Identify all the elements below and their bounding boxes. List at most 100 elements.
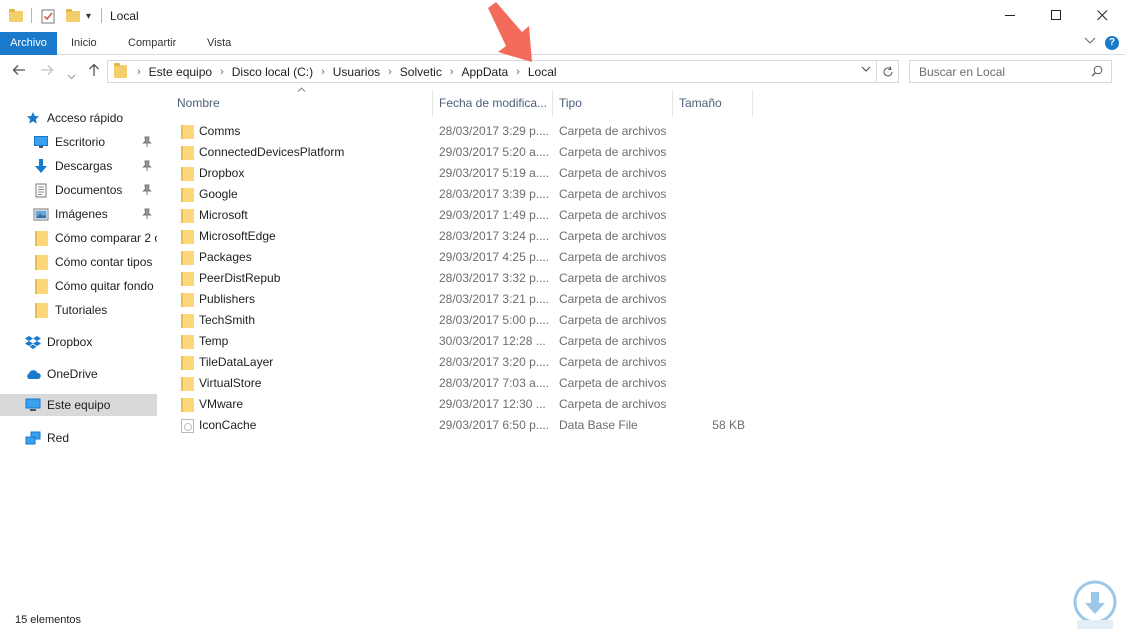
customize-toolbar-icon[interactable]: ▾ bbox=[86, 6, 91, 26]
column-header-type[interactable]: Tipo bbox=[553, 90, 673, 116]
column-label: Tipo bbox=[559, 96, 582, 110]
file-date: 28/03/2017 3:24 p.... bbox=[439, 229, 550, 243]
recent-locations-icon[interactable] bbox=[67, 67, 76, 83]
folder-icon bbox=[181, 356, 194, 370]
file-date: 28/03/2017 3:39 p.... bbox=[439, 187, 550, 201]
column-header-name[interactable]: Nombre bbox=[171, 90, 433, 116]
nav-documentos[interactable]: Documentos bbox=[33, 179, 155, 201]
nav-descargas[interactable]: Descargas bbox=[33, 155, 155, 177]
file-row[interactable]: Publishers 28/03/2017 3:21 p.... Carpeta d… bbox=[171, 289, 751, 310]
nav-escritorio[interactable]: Escritorio bbox=[33, 131, 155, 153]
address-history-dropdown[interactable] bbox=[859, 64, 873, 75]
breadcrumb-solvetic[interactable]: Solvetic bbox=[400, 65, 442, 79]
file-size bbox=[679, 184, 745, 205]
file-size bbox=[679, 268, 745, 289]
up-arrow-icon[interactable] bbox=[87, 63, 101, 80]
file-size bbox=[679, 142, 745, 163]
chevron-right-icon[interactable]: › bbox=[321, 66, 325, 78]
breadcrumb-este-equipo[interactable]: Este equipo bbox=[149, 65, 212, 79]
file-row[interactable]: VMware 29/03/2017 12:30 ... Carpeta de arc… bbox=[171, 394, 751, 415]
back-arrow-icon[interactable] bbox=[12, 63, 26, 80]
file-date: 28/03/2017 3:21 p.... bbox=[439, 292, 550, 306]
file-row[interactable]: IconCache 29/03/2017 6:50 p.... Data Base … bbox=[171, 415, 751, 436]
nav-dropbox[interactable]: Dropbox bbox=[25, 331, 155, 353]
search-box[interactable] bbox=[909, 60, 1112, 83]
nav-red[interactable]: Red bbox=[25, 427, 155, 449]
new-folder-icon[interactable] bbox=[66, 6, 80, 26]
file-row[interactable]: Google 28/03/2017 3:39 p.... Carpeta de ar… bbox=[171, 184, 751, 205]
file-name: ConnectedDevicesPlatform bbox=[199, 145, 345, 159]
nav-label: Cómo comparar 2 c bbox=[55, 231, 157, 245]
expand-ribbon-icon[interactable] bbox=[1084, 37, 1096, 45]
file-type: Carpeta de archivos bbox=[559, 208, 667, 222]
search-icon[interactable] bbox=[1091, 65, 1103, 77]
nav-quick-access[interactable]: Acceso rápido bbox=[25, 107, 155, 129]
file-name: Dropbox bbox=[199, 166, 245, 180]
nav-recent-folder[interactable]: Tutoriales bbox=[33, 299, 157, 321]
file-row[interactable]: Comms 28/03/2017 3:29 p.... Carpeta de arc… bbox=[171, 121, 751, 142]
file-date: 29/03/2017 12:30 ... bbox=[439, 397, 546, 411]
nav-recent-folder[interactable]: Cómo comparar 2 c bbox=[33, 227, 157, 249]
file-type: Carpeta de archivos bbox=[559, 271, 667, 285]
file-date: 30/03/2017 12:28 ... bbox=[439, 334, 546, 348]
file-row[interactable]: TileDataLayer 28/03/2017 3:20 p.... Carpet… bbox=[171, 352, 751, 373]
file-date: 28/03/2017 3:32 p.... bbox=[439, 271, 550, 285]
column-header-date[interactable]: Fecha de modifica... bbox=[433, 90, 553, 116]
close-button[interactable] bbox=[1079, 0, 1125, 31]
file-row[interactable]: TechSmith 28/03/2017 5:00 p.... Carpeta de… bbox=[171, 310, 751, 331]
pin-icon[interactable] bbox=[142, 184, 152, 196]
folder-icon bbox=[181, 251, 194, 265]
file-row[interactable]: Packages 29/03/2017 4:25 p.... Carpeta de … bbox=[171, 247, 751, 268]
nav-onedrive[interactable]: OneDrive bbox=[25, 363, 155, 385]
tab-inicio[interactable]: Inicio bbox=[61, 32, 107, 55]
chevron-right-icon[interactable]: › bbox=[450, 66, 454, 78]
refresh-button[interactable] bbox=[877, 60, 899, 83]
divider bbox=[101, 8, 102, 23]
address-row: › Este equipo › Disco local (C:) › Usuar… bbox=[0, 56, 1125, 88]
file-name: VirtualStore bbox=[199, 376, 262, 390]
computer-icon bbox=[25, 397, 41, 413]
nav-label: Cómo contar tipos bbox=[55, 255, 153, 269]
file-name: Packages bbox=[199, 250, 252, 264]
breadcrumb-local[interactable]: Local bbox=[528, 65, 557, 79]
file-date: 28/03/2017 3:20 p.... bbox=[439, 355, 550, 369]
nav-este-equipo[interactable]: Este equipo bbox=[0, 394, 157, 416]
pin-icon[interactable] bbox=[142, 160, 152, 172]
forward-arrow-icon[interactable] bbox=[40, 63, 54, 80]
properties-icon[interactable] bbox=[41, 6, 55, 26]
folder-icon bbox=[181, 125, 194, 139]
tab-compartir[interactable]: Compartir bbox=[118, 32, 186, 55]
nav-label: Cómo quitar fondo bbox=[55, 279, 154, 293]
maximize-button[interactable] bbox=[1033, 0, 1079, 31]
chevron-right-icon[interactable]: › bbox=[388, 66, 392, 78]
chevron-right-icon[interactable]: › bbox=[516, 66, 520, 78]
breadcrumb-disco-local[interactable]: Disco local (C:) bbox=[232, 65, 313, 79]
help-icon[interactable]: ? bbox=[1105, 36, 1119, 50]
file-row[interactable]: VirtualStore 28/03/2017 7:03 a.... Carpeta… bbox=[171, 373, 751, 394]
tab-archivo[interactable]: Archivo bbox=[0, 32, 57, 55]
column-header-size[interactable]: Tamaño bbox=[673, 90, 753, 116]
file-row[interactable]: MicrosoftEdge 28/03/2017 3:24 p.... Carpet… bbox=[171, 226, 751, 247]
file-row[interactable]: Temp 30/03/2017 12:28 ... Carpeta de archi… bbox=[171, 331, 751, 352]
breadcrumb-appdata[interactable]: AppData bbox=[462, 65, 509, 79]
chevron-right-icon[interactable]: › bbox=[220, 66, 224, 78]
nav-imagenes[interactable]: Imágenes bbox=[33, 203, 155, 225]
file-row[interactable]: PeerDistRepub 28/03/2017 3:32 p.... Carpet… bbox=[171, 268, 751, 289]
pin-icon[interactable] bbox=[142, 208, 152, 220]
file-row[interactable]: Microsoft 29/03/2017 1:49 p.... Carpeta de… bbox=[171, 205, 751, 226]
breadcrumb-usuarios[interactable]: Usuarios bbox=[333, 65, 380, 79]
nav-recent-folder[interactable]: Cómo quitar fondo bbox=[33, 275, 157, 297]
status-item-count: 15 elementos bbox=[15, 614, 82, 626]
file-date: 29/03/2017 5:20 a.... bbox=[439, 145, 550, 159]
search-input[interactable] bbox=[919, 64, 1089, 79]
chevron-right-icon[interactable]: › bbox=[137, 66, 141, 78]
file-row[interactable]: Dropbox 29/03/2017 5:19 a.... Carpeta de a… bbox=[171, 163, 751, 184]
minimize-button[interactable] bbox=[987, 0, 1033, 31]
pin-icon[interactable] bbox=[142, 136, 152, 148]
nav-recent-folder[interactable]: Cómo contar tipos bbox=[33, 251, 157, 273]
file-row[interactable]: ConnectedDevicesPlatform 29/03/2017 5:20 … bbox=[171, 142, 751, 163]
column-label: Tamaño bbox=[679, 96, 722, 110]
tab-vista[interactable]: Vista bbox=[197, 32, 241, 55]
file-date: 28/03/2017 3:29 p.... bbox=[439, 124, 550, 138]
file-type: Carpeta de archivos bbox=[559, 166, 667, 180]
